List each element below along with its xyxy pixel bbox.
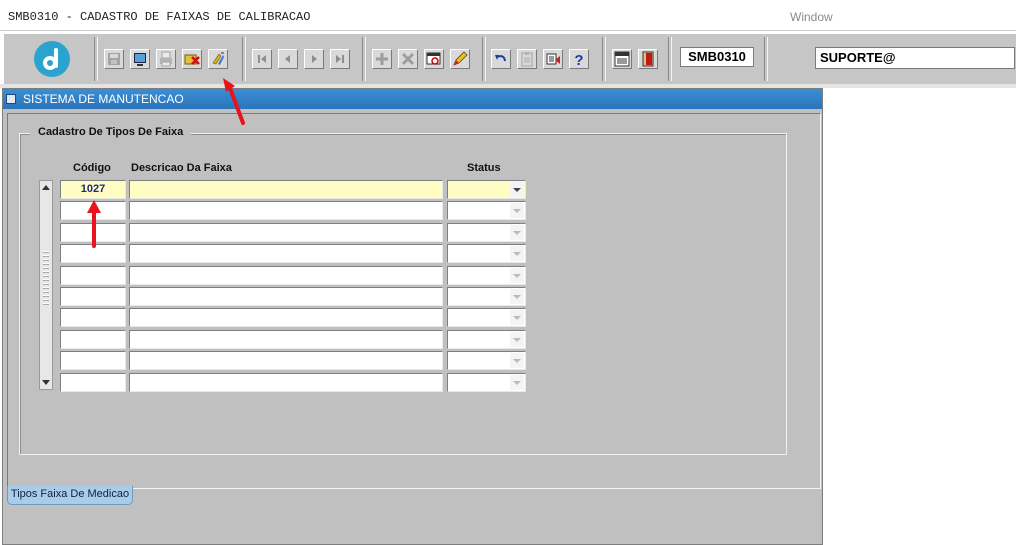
- window-menu[interactable]: Window: [790, 10, 833, 24]
- frame-title: Cadastro De Tipos De Faixa: [30, 126, 192, 138]
- first-record-icon[interactable]: [252, 49, 272, 69]
- window-icon: [6, 94, 16, 104]
- next-record-icon[interactable]: [304, 49, 324, 69]
- descricao-field[interactable]: [129, 351, 443, 370]
- codigo-field[interactable]: [60, 351, 126, 370]
- column-header-codigo: Código: [73, 162, 111, 174]
- clear-icon[interactable]: [182, 49, 202, 69]
- descricao-field[interactable]: [129, 330, 443, 349]
- toolbar-separator: [602, 37, 606, 81]
- descricao-field[interactable]: [129, 244, 443, 263]
- help-icon[interactable]: ?: [569, 49, 589, 69]
- codigo-field[interactable]: [60, 330, 126, 349]
- status-dropdown[interactable]: [447, 180, 526, 199]
- status-dropdown[interactable]: [447, 244, 526, 263]
- chevron-down-icon[interactable]: [510, 353, 524, 368]
- chevron-down-icon[interactable]: [510, 225, 524, 240]
- user-display: SUPORTE@: [815, 47, 1015, 69]
- print-icon[interactable]: [156, 49, 176, 69]
- chevron-down-icon[interactable]: [510, 246, 524, 261]
- execute-query-icon[interactable]: [208, 49, 228, 69]
- divider: [0, 30, 1016, 31]
- svg-text:?: ?: [574, 52, 583, 67]
- scroll-up-icon[interactable]: [40, 182, 52, 194]
- list-of-values-icon[interactable]: [543, 49, 563, 69]
- previous-record-icon[interactable]: [278, 49, 298, 69]
- chevron-down-icon[interactable]: [510, 289, 524, 304]
- status-dropdown[interactable]: [447, 223, 526, 242]
- scroll-thumb[interactable]: [43, 251, 49, 305]
- column-header-descricao: Descricao Da Faixa: [131, 162, 232, 174]
- window-titlebar[interactable]: SISTEMA DE MANUTENCAO: [3, 89, 822, 109]
- last-record-icon[interactable]: [330, 49, 350, 69]
- record-scrollbar[interactable]: [39, 180, 53, 390]
- edit-icon[interactable]: [450, 49, 470, 69]
- annotation-arrow-icon: [223, 78, 245, 125]
- toolbar-separator: [668, 37, 672, 81]
- tab-bar: Tipos Faixa De Medicao: [7, 486, 819, 506]
- clipboard-icon[interactable]: [517, 49, 537, 69]
- chevron-down-icon[interactable]: [510, 375, 524, 390]
- descricao-field[interactable]: [129, 180, 443, 199]
- chevron-down-icon[interactable]: [510, 268, 524, 283]
- tab-tipos-faixa[interactable]: Tipos Faixa De Medicao: [7, 486, 133, 505]
- menu-icon[interactable]: [612, 49, 632, 69]
- status-dropdown[interactable]: [447, 266, 526, 285]
- insert-record-icon[interactable]: [372, 49, 392, 69]
- column-header-status: Status: [467, 162, 501, 174]
- descricao-field[interactable]: [129, 266, 443, 285]
- chevron-down-icon[interactable]: [510, 332, 524, 347]
- undo-icon[interactable]: [491, 49, 511, 69]
- codigo-field[interactable]: [60, 287, 126, 306]
- save-icon[interactable]: [104, 49, 124, 69]
- descricao-field[interactable]: [129, 201, 443, 220]
- toolbar-separator: [482, 37, 486, 81]
- scroll-down-icon[interactable]: [40, 376, 52, 388]
- codigo-field[interactable]: [60, 266, 126, 285]
- chevron-down-icon[interactable]: [510, 182, 524, 197]
- app-title: SMB0310 - CADASTRO DE FAIXAS DE CALIBRAC…: [8, 10, 311, 24]
- status-dropdown[interactable]: [447, 201, 526, 220]
- descricao-field[interactable]: [129, 373, 443, 392]
- form-code-display: SMB0310: [680, 47, 754, 67]
- toolbar: ? SMB0310 SUPORTE@: [3, 33, 1016, 85]
- codigo-field[interactable]: [60, 373, 126, 392]
- annotation-arrow-icon: [87, 200, 101, 248]
- exit-icon[interactable]: [638, 49, 658, 69]
- logo-icon: [34, 41, 70, 77]
- window-title: SISTEMA DE MANUTENCAO: [23, 92, 184, 106]
- status-dropdown[interactable]: [447, 373, 526, 392]
- status-dropdown[interactable]: [447, 287, 526, 306]
- delete-record-icon[interactable]: [398, 49, 418, 69]
- codigo-field[interactable]: [60, 308, 126, 327]
- print-screen-icon[interactable]: [130, 49, 150, 69]
- descricao-field[interactable]: [129, 223, 443, 242]
- toolbar-separator: [764, 37, 768, 81]
- status-dropdown[interactable]: [447, 330, 526, 349]
- status-dropdown[interactable]: [447, 308, 526, 327]
- descricao-field[interactable]: [129, 287, 443, 306]
- status-dropdown[interactable]: [447, 351, 526, 370]
- descricao-field[interactable]: [129, 308, 443, 327]
- chevron-down-icon[interactable]: [510, 310, 524, 325]
- toolbar-separator: [362, 37, 366, 81]
- find-icon[interactable]: [424, 49, 444, 69]
- toolbar-separator: [94, 37, 98, 81]
- chevron-down-icon[interactable]: [510, 203, 524, 218]
